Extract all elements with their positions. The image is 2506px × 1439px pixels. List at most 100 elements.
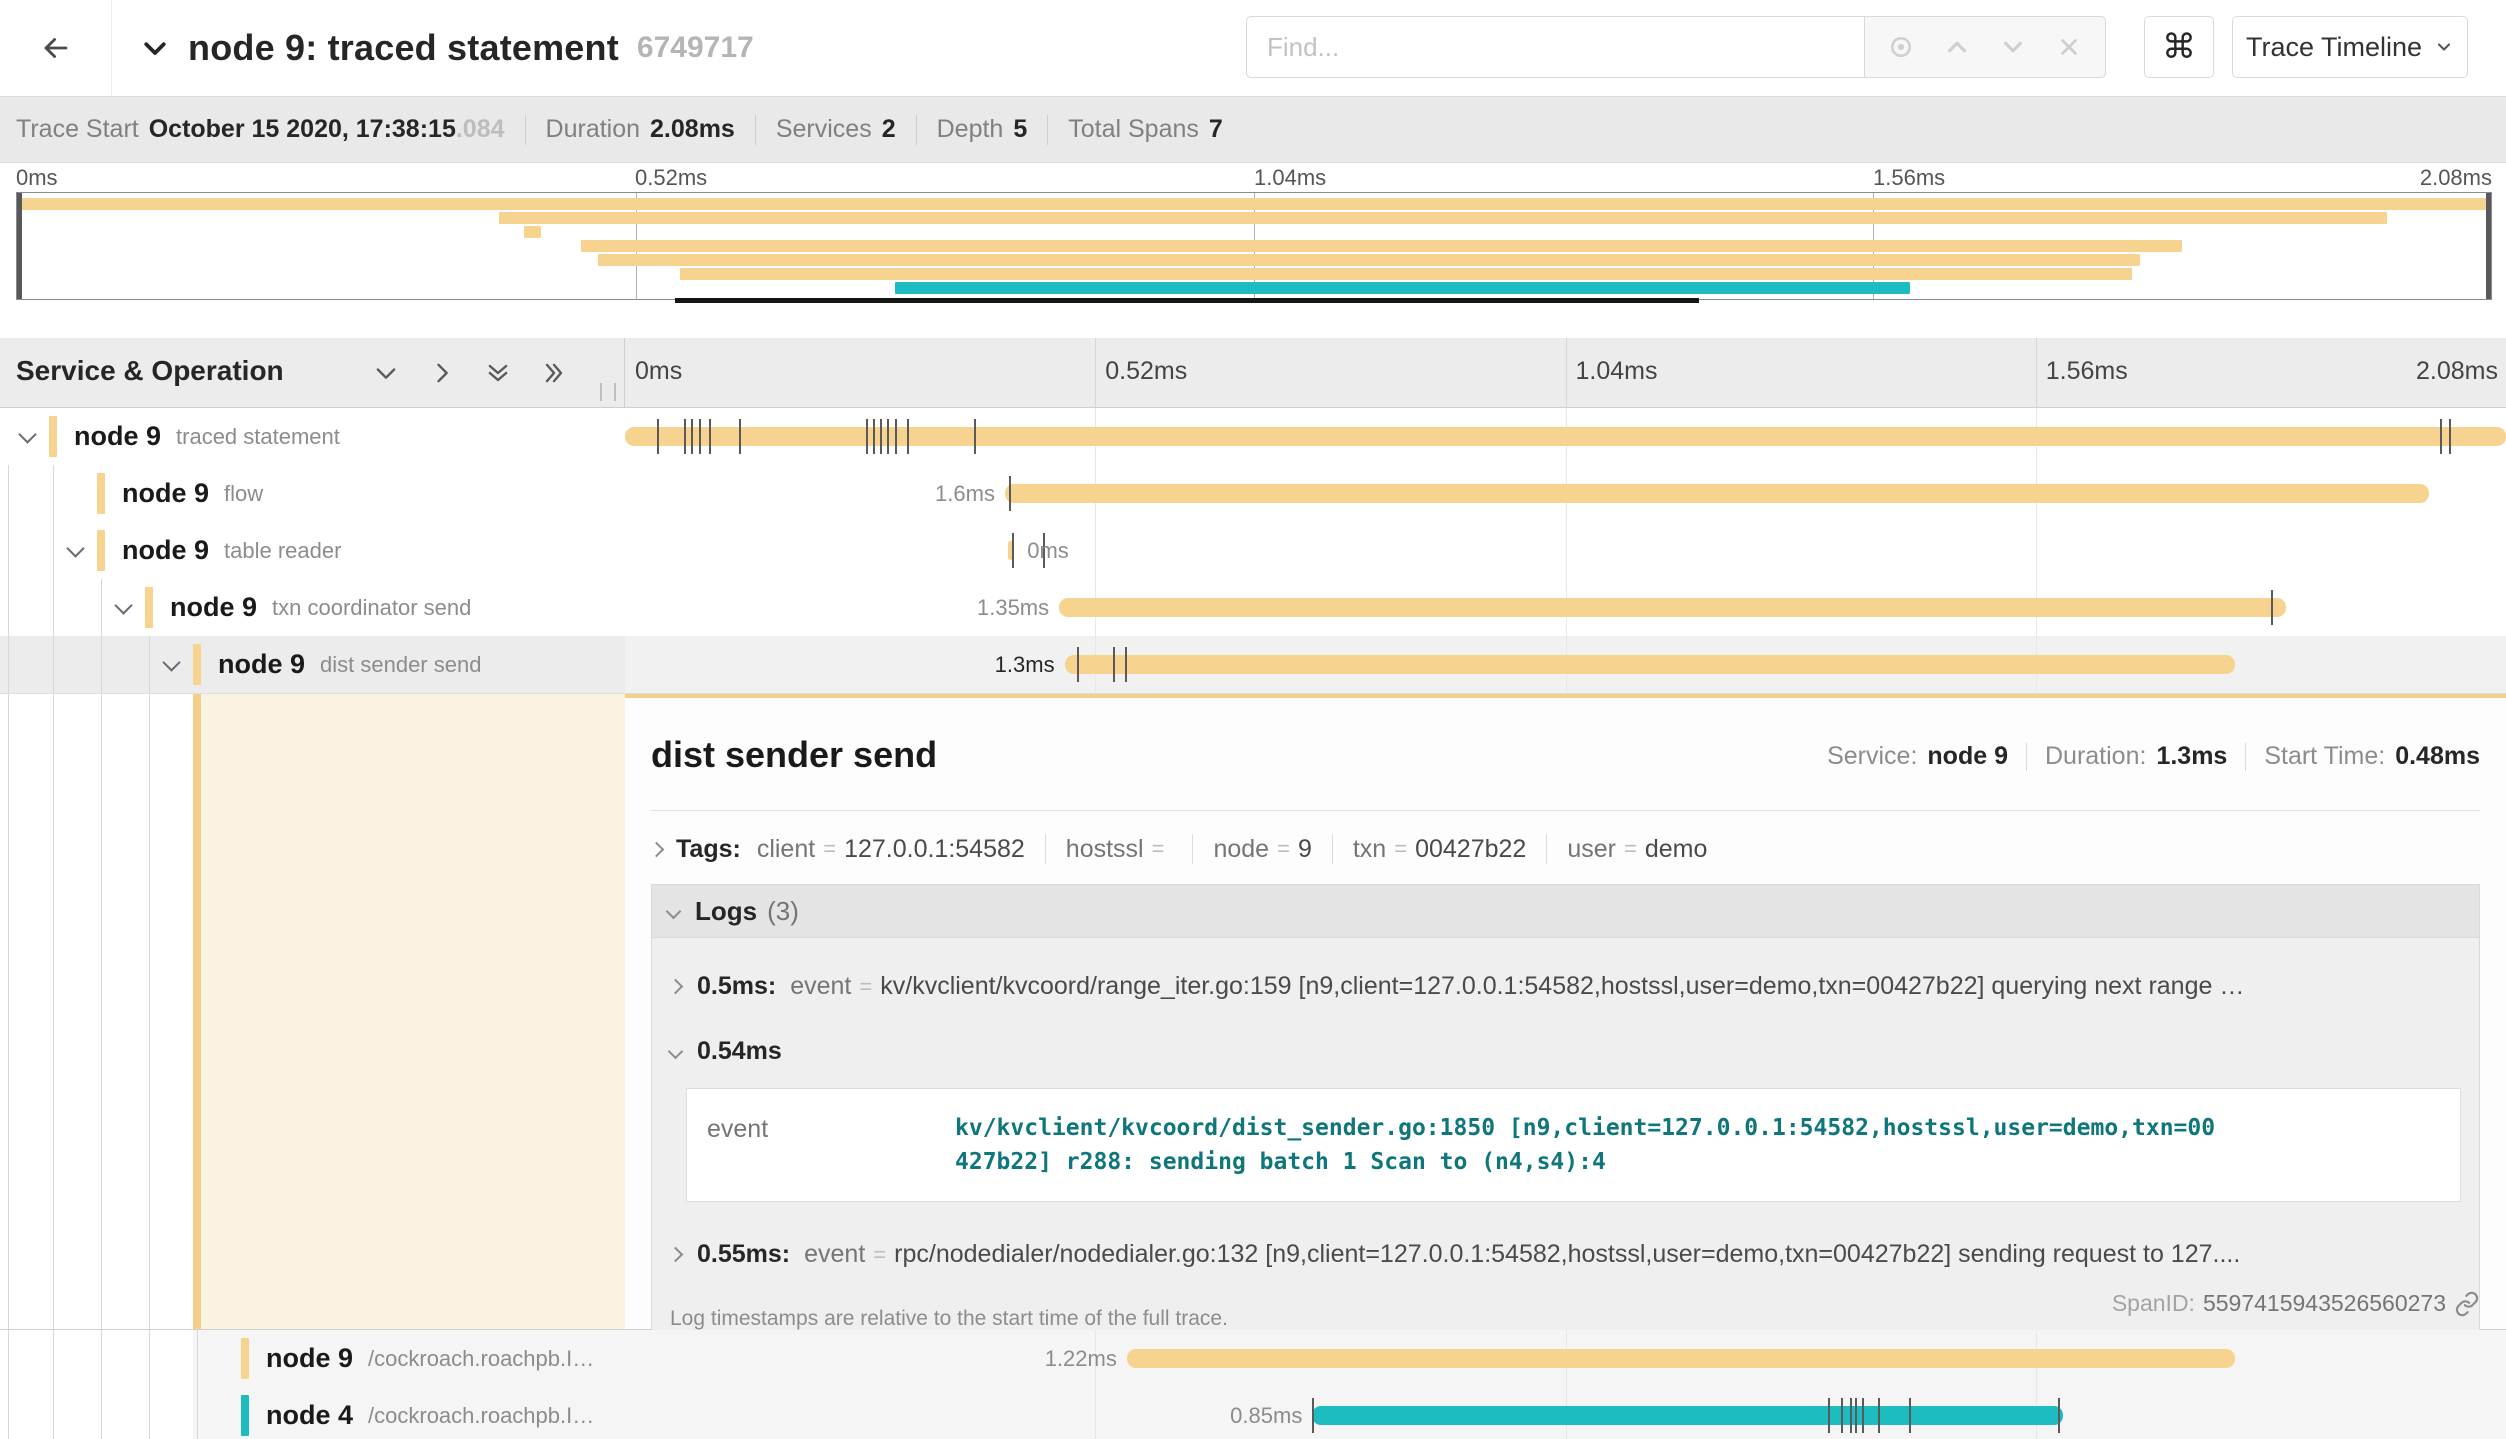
log-entry[interactable]: 0.5ms: event = kv/kvclient/kvcoord/range… [652, 948, 2479, 1023]
log-entry[interactable]: 0.55ms: event = rpc/nodedialer/nodediale… [652, 1216, 2479, 1291]
tags-row[interactable]: Tags: client=127.0.0.1:54582hostssl=node… [651, 826, 2480, 872]
minimap-canvas[interactable] [16, 192, 2492, 300]
log-marker-tick [657, 419, 659, 454]
tag-value: 00427b22 [1415, 835, 1526, 864]
span-timeline-cell[interactable] [625, 408, 2506, 465]
span-timeline-cell[interactable]: 1.6ms [625, 465, 2506, 522]
tree-guide-line [8, 694, 9, 1329]
span-duration-label: 1.22ms [1045, 1330, 1117, 1387]
span-name[interactable]: node 9/cockroach.roachpb.I… [266, 1330, 594, 1387]
logs-body: 0.5ms: event = kv/kvclient/kvcoord/range… [652, 938, 2479, 1349]
copy-link-icon[interactable] [2454, 1291, 2480, 1317]
minimap-right-drag-handle[interactable] [2486, 193, 2491, 299]
span-name-cell[interactable]: node 4/cockroach.roachpb.I… [0, 1387, 625, 1439]
log-entry-expanded: 0.54ms event kv/kvclient/kvcoord/dist_se… [652, 1023, 2479, 1202]
span-id-row: SpanID: 5597415943526560273 [2112, 1290, 2480, 1317]
span-row[interactable]: node 9txn coordinator send 1.35ms [0, 579, 2506, 636]
tag-item: user=demo [1567, 835, 1707, 864]
span-row[interactable]: node 9dist sender send 1.3ms [0, 636, 2506, 693]
log-entry-header[interactable]: 0.54ms [652, 1023, 2479, 1078]
span-duration-bar[interactable] [1127, 1349, 2235, 1368]
tree-guide-line [149, 1330, 150, 1387]
span-name-cell[interactable]: node 9txn coordinator send [0, 579, 625, 636]
span-detail-indent [0, 694, 625, 1329]
minimap-left-drag-handle[interactable] [17, 193, 22, 299]
collapse-span-chevron-icon[interactable] [18, 425, 36, 443]
find-input[interactable] [1246, 16, 1864, 78]
prev-match-icon[interactable] [1935, 25, 1979, 69]
tree-guide-line [101, 579, 102, 636]
span-duration-bar[interactable] [1065, 655, 2235, 674]
span-name[interactable]: node 9flow [122, 465, 263, 522]
span-row[interactable]: node 9table reader 0ms [0, 522, 2506, 579]
log-marker-tick [866, 419, 868, 454]
collapse-span-chevron-icon[interactable] [66, 539, 84, 557]
span-row[interactable]: node 9/cockroach.roachpb.I… 1.22ms [0, 1330, 2506, 1387]
span-title: dist sender send [651, 734, 937, 775]
back-button[interactable] [0, 0, 112, 96]
log-text: rpc/nodedialer/nodedialer.go:132 [n9,cli… [894, 1240, 2240, 1269]
collapse-all-chevron-down-icon[interactable] [371, 358, 401, 388]
collapse-one-chevron-right-icon[interactable] [427, 358, 457, 388]
keyboard-shortcuts-button[interactable]: ⌘ [2144, 16, 2214, 78]
locate-match-icon[interactable] [1879, 25, 1923, 69]
span-name-cell[interactable]: node 9table reader [0, 522, 625, 579]
arrow-left-icon [39, 31, 73, 65]
span-name-cell[interactable]: node 9/cockroach.roachpb.I… [0, 1330, 625, 1387]
summary-suffix: .084 [456, 115, 505, 144]
span-timeline-cell[interactable]: 0.85ms [625, 1387, 2506, 1439]
logs-header[interactable]: Logs (3) [652, 885, 2479, 938]
span-row[interactable]: node 9traced statement [0, 408, 2506, 465]
trace-summary-bar: Trace StartOctober 15 2020, 17:38:15.084… [0, 96, 2506, 163]
span-name[interactable]: node 9traced statement [74, 408, 340, 465]
log-marker-tick [1828, 1398, 1830, 1433]
span-name-cell[interactable]: node 9flow [0, 465, 625, 522]
span-row[interactable]: node 9flow 1.6ms [0, 465, 2506, 522]
log-marker-tick [1841, 1398, 1843, 1433]
log-marker-tick [887, 419, 889, 454]
clear-find-icon[interactable] [2047, 25, 2091, 69]
summary-value: 2 [882, 115, 896, 144]
separator [916, 115, 917, 145]
minimap-scrub-bar[interactable] [675, 298, 1699, 303]
span-id-label: SpanID: [2112, 1290, 2195, 1317]
collapse-span-chevron-icon[interactable] [162, 653, 180, 671]
span-duration-bar[interactable] [1059, 598, 2286, 617]
collapse-span-chevron-icon[interactable] [114, 596, 132, 614]
tag-value: 127.0.0.1:54582 [844, 835, 1025, 864]
span-name-cell[interactable]: node 9dist sender send [0, 636, 625, 693]
span-name[interactable]: node 4/cockroach.roachpb.I… [266, 1387, 594, 1439]
chevron-down-icon[interactable] [140, 33, 170, 63]
log-marker-tick [684, 419, 686, 454]
span-duration-bar[interactable] [1312, 1406, 2063, 1425]
operation-name: traced statement [176, 424, 340, 450]
span-name-cell[interactable]: node 9traced statement [0, 408, 625, 465]
log-marker-tick [1855, 1398, 1857, 1433]
span-duration-bar[interactable] [1005, 484, 2429, 503]
view-selector-label: Trace Timeline [2246, 32, 2422, 63]
span-timeline-cell[interactable]: 1.3ms [625, 636, 2506, 693]
view-selector-button[interactable]: Trace Timeline [2232, 16, 2468, 78]
log-key: event [790, 972, 851, 1001]
expand-all-double-chevron-down-icon[interactable] [483, 358, 513, 388]
summary-item: Services 2 [776, 115, 896, 144]
next-match-icon[interactable] [1991, 25, 2035, 69]
summary-label: Services [776, 115, 872, 144]
tree-guide-line [149, 1387, 150, 1439]
span-row[interactable]: node 4/cockroach.roachpb.I… 0.85ms [0, 1387, 2506, 1439]
expand-one-double-chevron-right-icon[interactable] [539, 358, 569, 388]
span-name[interactable]: node 9table reader [122, 522, 341, 579]
span-id-value: 5597415943526560273 [2203, 1290, 2446, 1317]
span-name[interactable]: node 9txn coordinator send [170, 579, 471, 636]
tag-value: demo [1645, 835, 1708, 864]
operation-name: /cockroach.roachpb.I… [368, 1403, 594, 1429]
column-resizer-handle[interactable] [600, 383, 616, 401]
span-timeline-cell[interactable]: 0ms [625, 522, 2506, 579]
span-timeline-cell[interactable]: 1.22ms [625, 1330, 2506, 1387]
tree-guide-line [8, 1387, 9, 1439]
tree-guide-line [101, 694, 102, 1329]
span-name[interactable]: node 9dist sender send [218, 636, 481, 693]
span-timeline-cell[interactable]: 1.35ms [625, 579, 2506, 636]
log-marker-tick [2271, 590, 2273, 625]
log-marker-tick [1077, 647, 1079, 682]
